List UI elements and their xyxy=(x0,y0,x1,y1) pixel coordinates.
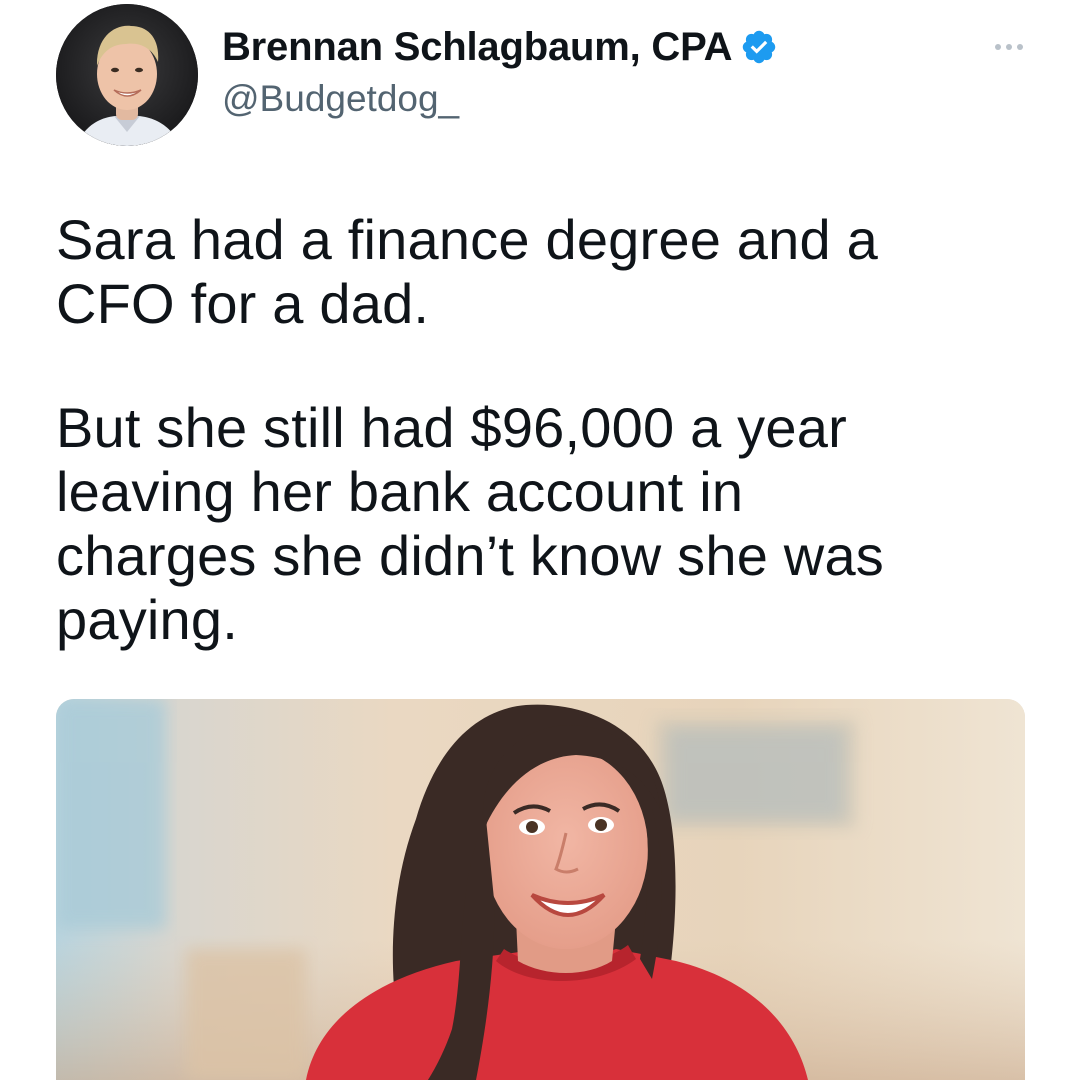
more-horizontal-icon xyxy=(1006,44,1012,50)
woman-in-red-sweater-photo xyxy=(56,699,1025,1080)
more-horizontal-icon xyxy=(1017,44,1023,50)
tweet-media-photo[interactable] xyxy=(56,699,1025,1080)
tweet-text: Sara had a finance degree and a CFO for … xyxy=(56,208,1036,652)
tweet-paragraph: Sara had a finance degree and a CFO for … xyxy=(56,208,878,335)
more-options-button[interactable] xyxy=(984,30,1034,64)
display-name[interactable]: Brennan Schlagbaum, CPA xyxy=(222,25,733,70)
handle[interactable]: @Budgetdog_ xyxy=(222,78,778,120)
tweet: Brennan Schlagbaum, CPA @Budgetdog_ Sara… xyxy=(0,0,1080,1080)
avatar-photo xyxy=(56,4,198,146)
verified-badge-icon xyxy=(740,28,778,66)
name-row: Brennan Schlagbaum, CPA xyxy=(222,20,778,74)
more-horizontal-icon xyxy=(995,44,1001,50)
tweet-paragraph: But she still had $96,000 a year leaving… xyxy=(56,396,884,651)
author-info: Brennan Schlagbaum, CPA @Budgetdog_ xyxy=(222,20,778,120)
avatar[interactable] xyxy=(56,4,198,146)
